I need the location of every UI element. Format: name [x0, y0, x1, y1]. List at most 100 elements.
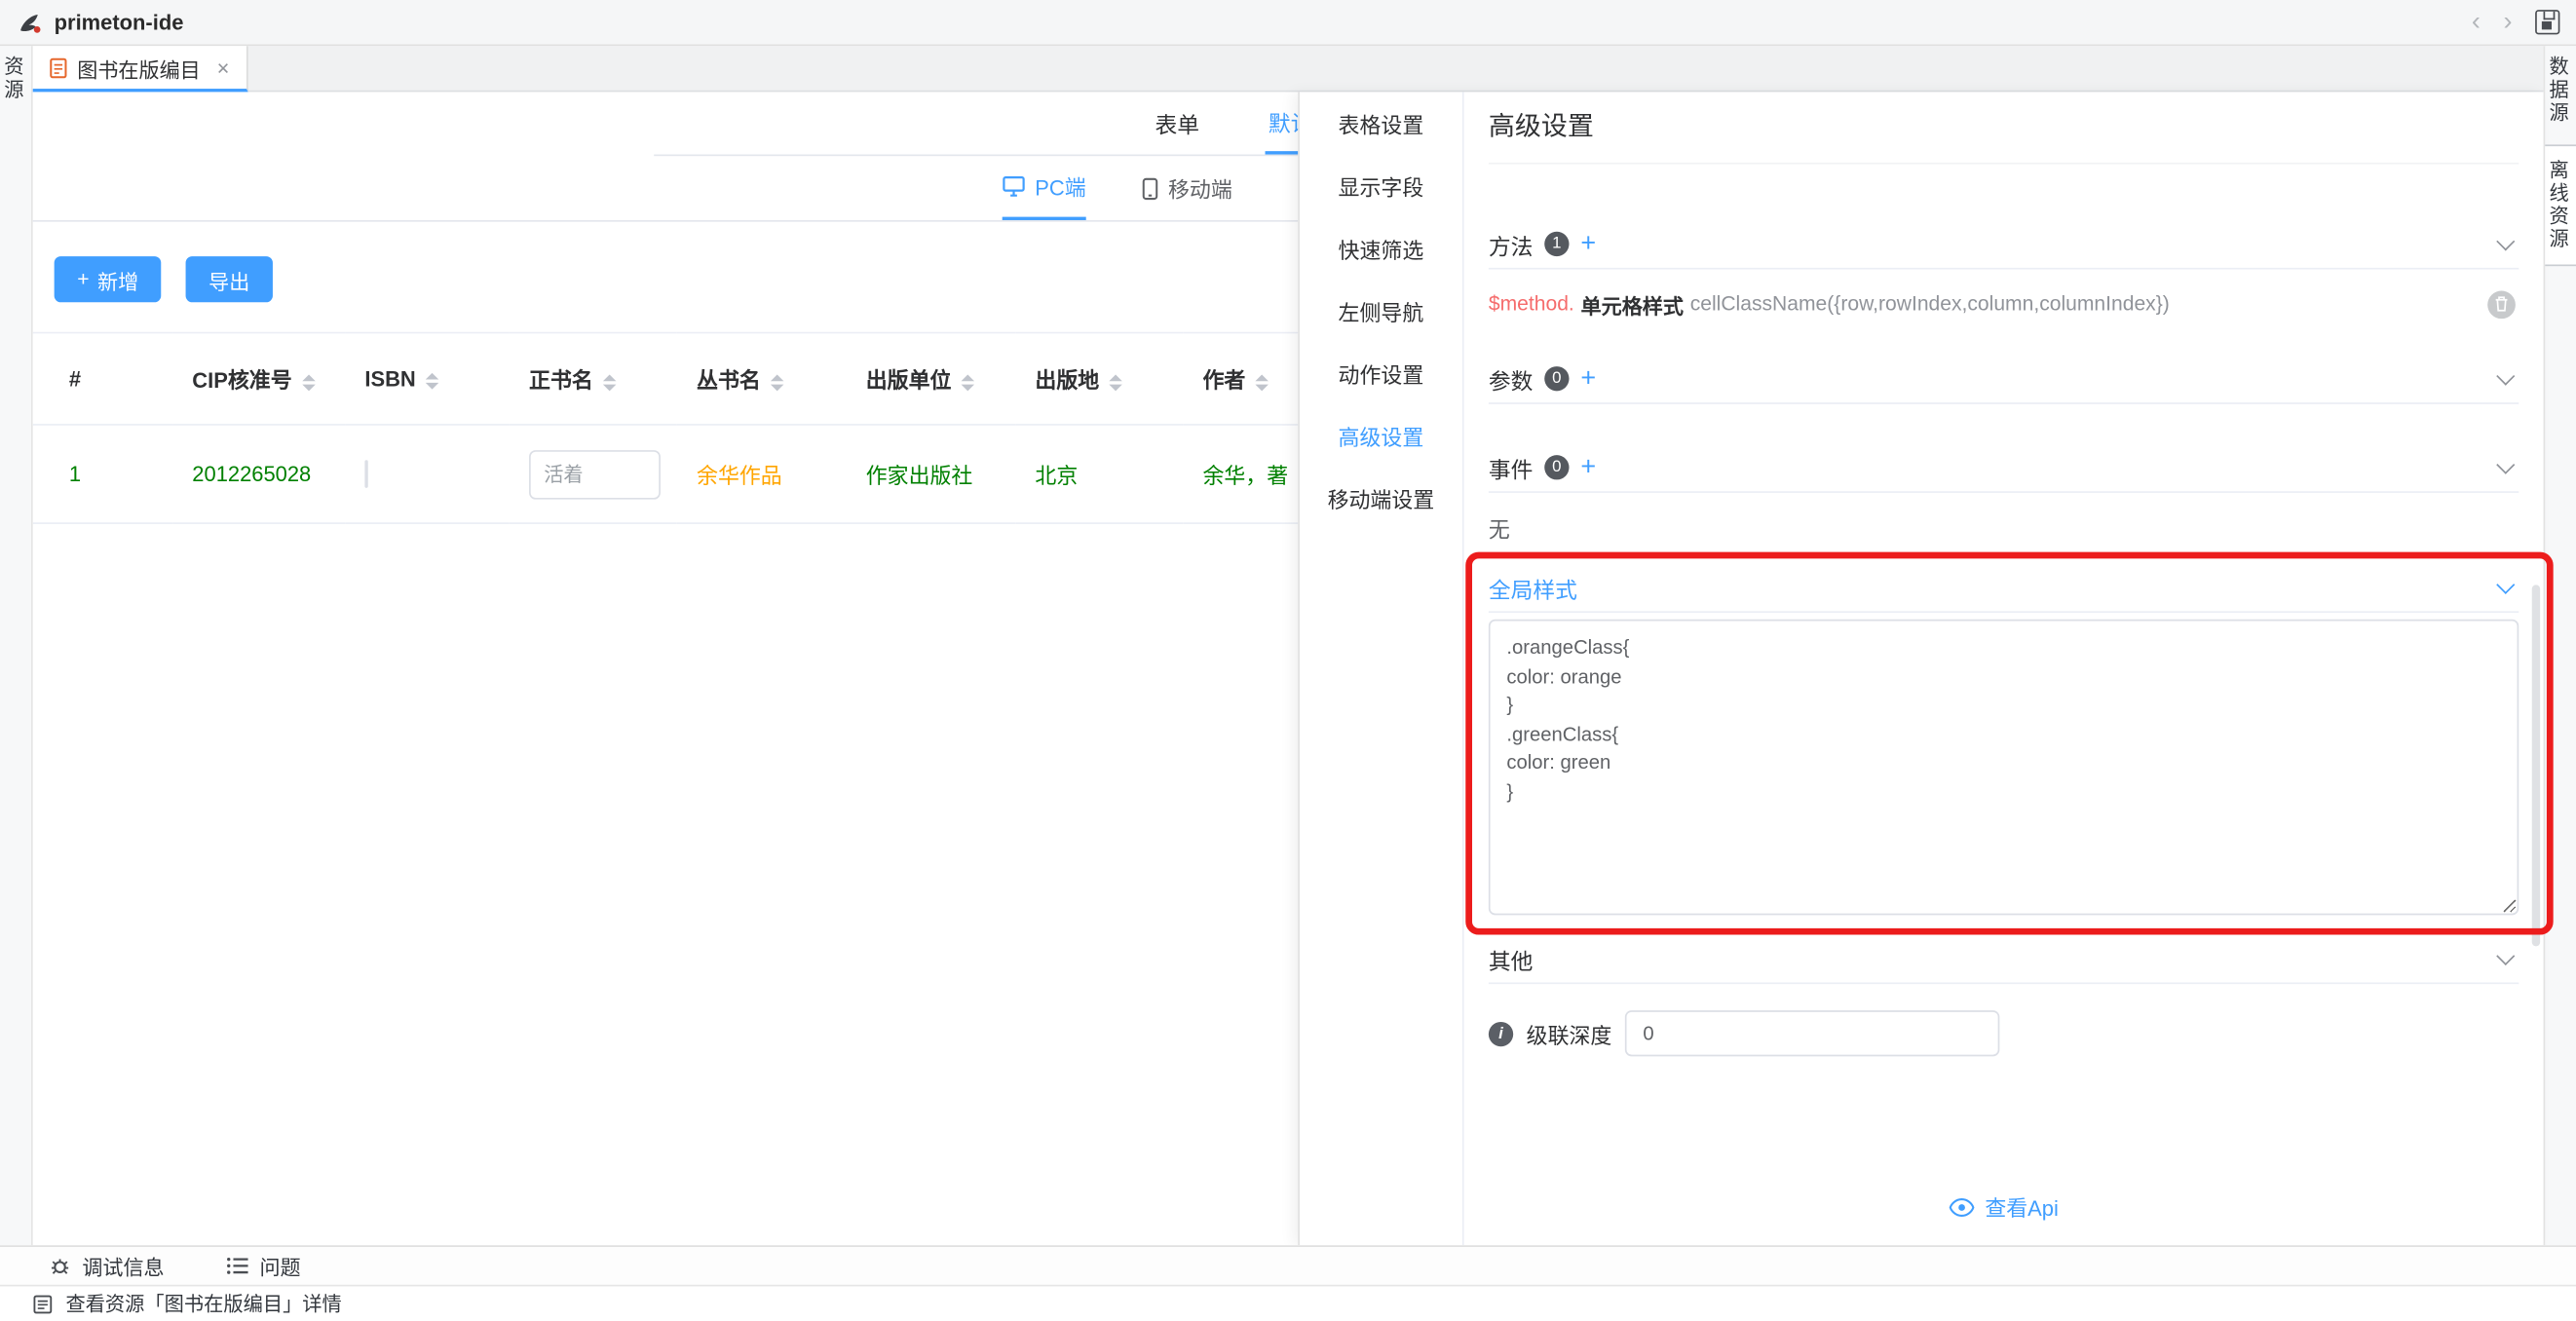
sort-icons [1255, 374, 1268, 391]
menu-mobile-settings[interactable]: 移动端设置 [1300, 470, 1462, 532]
editor-tab-title: 图书在版编目 [77, 52, 201, 83]
resource-doc-icon [33, 1294, 53, 1313]
table-row: 1 2012265028 余华作品 作家出版社 北京 余华，著 [33, 425, 1331, 523]
settings-content: 高级设置 方法 1 + $method. 单元格样式 cellClassName… [1464, 92, 2544, 1245]
cell-title [510, 425, 677, 523]
titlebar: primeton-ide ‹ › [0, 0, 2576, 46]
isbn-checkbox[interactable] [364, 460, 367, 488]
sort-icons [962, 374, 974, 391]
problems-label: 问题 [259, 1250, 300, 1281]
sort-icons [302, 374, 315, 391]
tab-pc-label: PC端 [1035, 170, 1085, 202]
menu-advanced-settings[interactable]: 高级设置 [1300, 407, 1462, 470]
title-input[interactable] [529, 449, 661, 499]
sort-icons [771, 374, 783, 391]
grid-header-row: # CIP核准号 ISBN 正书名 丛书名 出版单位 出版地 作者 [33, 332, 1331, 424]
global-style-label: 全局样式 [1489, 571, 1577, 604]
col-title[interactable]: 正书名 [510, 332, 677, 424]
datasource-dock-button[interactable]: 数据源 [2545, 56, 2576, 125]
tab-form[interactable]: 表单 [1152, 92, 1202, 154]
col-cip[interactable]: CIP核准号 [172, 332, 345, 424]
global-style-section-header[interactable]: 全局样式 [1489, 563, 2519, 613]
document-icon [50, 57, 68, 78]
ide-window: primeton-ide ‹ › 资源 数据源 离线资源 图书在版编目 × [0, 0, 2576, 1321]
method-count-badge: 1 [1544, 232, 1569, 256]
cascade-depth-row: i 级联深度 [1489, 1010, 2519, 1056]
menu-left-nav[interactable]: 左侧导航 [1300, 283, 1462, 345]
resources-dock-button[interactable]: 资源 [0, 56, 31, 101]
add-method-button[interactable]: + [1580, 231, 1596, 257]
left-dock: 资源 [0, 46, 33, 1245]
plus-icon: + [77, 268, 89, 291]
debug-info-label: 调试信息 [82, 1250, 164, 1281]
list-icon [227, 1257, 248, 1275]
nav-forward-button[interactable]: › [2504, 9, 2513, 35]
save-icon[interactable] [2535, 10, 2559, 34]
export-button[interactable]: 导出 [186, 256, 273, 302]
panel-scrollbar[interactable] [2532, 585, 2540, 946]
global-style-textarea[interactable]: .orangeClass{ color: orange } .greenClas… [1489, 620, 2519, 916]
cell-index: 1 [33, 425, 172, 523]
add-event-button[interactable]: + [1580, 454, 1596, 480]
settings-panel: 表格设置 显示字段 快速筛选 左侧导航 动作设置 高级设置 移动端设置 高级设置… [1298, 92, 2543, 1245]
device-tabs: PC端 移动端 [33, 156, 1299, 221]
params-section-header[interactable]: 参数 0 + [1489, 355, 2519, 404]
debug-info-button[interactable]: 调试信息 [50, 1250, 165, 1281]
phone-icon [1142, 176, 1158, 200]
cascade-depth-input[interactable] [1625, 1010, 1999, 1056]
col-publisher[interactable]: 出版单位 [846, 332, 1015, 424]
col-place[interactable]: 出版地 [1015, 332, 1183, 424]
close-tab-icon[interactable]: × [217, 55, 230, 79]
view-tabs: 表单 默认视图 [654, 92, 1360, 156]
panel-title: 高级设置 [1489, 92, 2519, 164]
data-grid: # CIP核准号 ISBN 正书名 丛书名 出版单位 出版地 作者 1 2012… [33, 332, 1331, 524]
events-section-header[interactable]: 事件 0 + [1489, 443, 2519, 493]
sort-icons [1109, 374, 1121, 391]
app-title: primeton-ide [55, 10, 184, 34]
cell-place: 北京 [1015, 425, 1183, 523]
problems-button[interactable]: 问题 [227, 1250, 301, 1281]
events-count-badge: 0 [1544, 455, 1569, 479]
cell-series: 余华作品 [677, 425, 847, 523]
add-button[interactable]: + 新增 [55, 256, 162, 302]
chevron-down-icon [2496, 232, 2515, 250]
tab-pc[interactable]: PC端 [1003, 156, 1086, 220]
menu-display-fields[interactable]: 显示字段 [1300, 158, 1462, 220]
delete-method-button[interactable] [2487, 290, 2516, 319]
method-signature: cellClassName({row,rowIndex,column,colum… [1690, 292, 2170, 316]
col-series[interactable]: 丛书名 [677, 332, 847, 424]
events-empty-text: 无 [1489, 512, 2519, 542]
method-section-header[interactable]: 方法 1 + [1489, 220, 2519, 270]
add-button-label: 新增 [97, 264, 138, 295]
sort-icons [426, 372, 438, 389]
settings-menu: 表格设置 显示字段 快速筛选 左侧导航 动作设置 高级设置 移动端设置 [1300, 92, 1464, 1245]
add-param-button[interactable]: + [1580, 365, 1596, 392]
tab-mobile-label: 移动端 [1168, 172, 1232, 204]
other-section-header[interactable]: 其他 [1489, 935, 2519, 985]
params-section-label: 参数 [1489, 362, 1534, 396]
chevron-down-icon [2496, 575, 2515, 593]
export-button-label: 导出 [208, 264, 249, 295]
titlebar-controls: ‹ › [2472, 9, 2559, 35]
col-isbn[interactable]: ISBN [345, 332, 510, 424]
other-section-label: 其他 [1489, 942, 1534, 975]
method-name: 单元格样式 [1581, 288, 1684, 320]
menu-action-settings[interactable]: 动作设置 [1300, 345, 1462, 407]
bug-icon [50, 1255, 71, 1276]
cell-publisher: 作家出版社 [846, 425, 1015, 523]
cell-isbn [345, 425, 510, 523]
method-prefix: $method. [1489, 292, 1574, 316]
tab-mobile[interactable]: 移动端 [1142, 156, 1232, 220]
eye-icon [1949, 1197, 1975, 1217]
menu-table-settings[interactable]: 表格设置 [1300, 95, 1462, 158]
view-api-link[interactable]: 查看Api [1489, 1191, 2519, 1223]
editor-tab-book-cip[interactable]: 图书在版编目 × [33, 46, 247, 92]
nav-back-button[interactable]: ‹ [2472, 9, 2481, 35]
menu-quick-filter[interactable]: 快速筛选 [1300, 220, 1462, 283]
method-item-row: $method. 单元格样式 cellClassName({row,rowInd… [1489, 270, 2519, 339]
chevron-down-icon [2496, 946, 2515, 964]
chevron-down-icon [2496, 455, 2515, 473]
monitor-icon [1003, 175, 1026, 197]
offline-resources-dock-button[interactable]: 离线资源 [2545, 144, 2576, 266]
editor-tabbar: 图书在版编目 × [33, 46, 2544, 92]
